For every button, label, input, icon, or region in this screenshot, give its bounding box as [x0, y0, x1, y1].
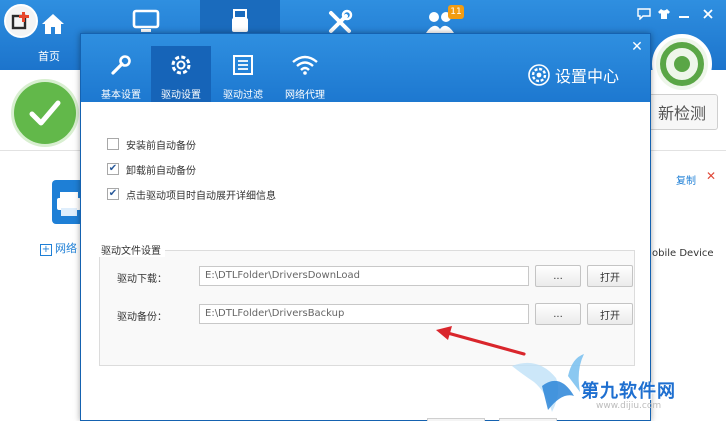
mobile-device-label: obile Device — [652, 248, 714, 259]
feedback-icon — [637, 8, 651, 20]
usb-icon — [232, 9, 248, 32]
checkbox-label: 卸载前自动备份 — [126, 165, 196, 177]
checkbox-box[interactable] — [107, 138, 119, 150]
backup-path-input[interactable]: E:\DTLFolder\DriversBackup — [199, 304, 529, 324]
dialog-title-text: 设置中心 — [555, 67, 620, 86]
checkbox-box[interactable]: ✔ — [107, 163, 119, 175]
network-label: 网络 — [55, 242, 77, 255]
download-browse-button[interactable]: ... — [535, 265, 581, 287]
tab-label: 驱动设置 — [161, 90, 201, 101]
download-path-input[interactable]: E:\DTLFolder\DriversDownLoad — [199, 266, 529, 286]
download-open-button[interactable]: 打开 — [587, 265, 633, 287]
skin-button[interactable] — [656, 6, 672, 22]
notification-badge: 11 — [448, 5, 464, 19]
checkbox-box[interactable]: ✔ — [107, 188, 119, 200]
home-nav-button[interactable]: 首页 — [0, 0, 76, 70]
checkbox-label: 点击驱动项目时自动展开详细信息 — [126, 190, 276, 202]
home-icon — [42, 14, 64, 34]
gear-icon — [151, 52, 211, 78]
home-label: 首页 — [38, 50, 60, 63]
copy-close-icon[interactable]: ✕ — [706, 169, 716, 183]
download-path-label: 驱动下载： — [117, 274, 167, 285]
app-logo — [4, 4, 38, 38]
backup-open-button[interactable]: 打开 — [587, 303, 633, 325]
backup-path-label: 驱动备份： — [117, 312, 167, 323]
skin-icon — [658, 9, 670, 19]
status-check-circle — [14, 82, 76, 144]
dialog-title: 设置中心 — [527, 62, 619, 88]
close-button[interactable] — [700, 6, 716, 22]
tab-label: 驱动过滤 — [223, 90, 263, 101]
feedback-button[interactable] — [636, 6, 652, 22]
copy-link[interactable]: 复制 — [676, 172, 696, 187]
watermark-text: 第九软件网 — [581, 381, 676, 402]
redetect-button[interactable]: 新检测 — [646, 94, 718, 130]
tab-driver-filter[interactable]: 驱动过滤 — [213, 46, 273, 102]
dialog-header: 基本设置 驱动设置 驱动过滤 网络代理 设置中心 ✕ — [81, 34, 650, 102]
minimize-icon — [679, 16, 689, 18]
network-category[interactable]: + 网络 — [40, 240, 77, 256]
checkbox-label: 安装前自动备份 — [126, 140, 196, 152]
gear-logo-icon — [660, 42, 704, 86]
tab-network-proxy[interactable]: 网络代理 — [275, 46, 335, 102]
wrench-icon — [91, 52, 151, 78]
checkbox-backup-before-uninstall[interactable]: ✔ 卸载前自动备份 — [107, 161, 196, 177]
close-icon — [703, 9, 713, 19]
gear-logo — [652, 34, 712, 94]
settings-gear-icon — [528, 64, 550, 86]
dialog-close-icon[interactable]: ✕ — [630, 40, 644, 54]
list-icon — [213, 52, 273, 78]
group-title: 驱动文件设置 — [97, 242, 165, 257]
minimize-button[interactable] — [676, 6, 692, 22]
tab-label: 基本设置 — [101, 90, 141, 101]
tab-driver-settings[interactable]: 驱动设置 — [151, 46, 211, 102]
monitor-icon — [132, 9, 160, 32]
app-logo-icon — [11, 12, 29, 30]
wifi-icon — [275, 52, 335, 78]
backup-browse-button[interactable]: ... — [535, 303, 581, 325]
tab-basic-settings[interactable]: 基本设置 — [91, 46, 151, 102]
checkbox-backup-before-install[interactable]: 安装前自动备份 — [107, 136, 196, 152]
tab-label: 网络代理 — [285, 90, 325, 101]
check-icon — [29, 100, 61, 126]
checkbox-auto-expand-details[interactable]: ✔ 点击驱动项目时自动展开详细信息 — [107, 186, 276, 202]
tools-icon — [329, 9, 353, 33]
watermark-subtext: www.dijiu.com — [596, 401, 662, 411]
expand-plus-icon: + — [40, 244, 52, 256]
